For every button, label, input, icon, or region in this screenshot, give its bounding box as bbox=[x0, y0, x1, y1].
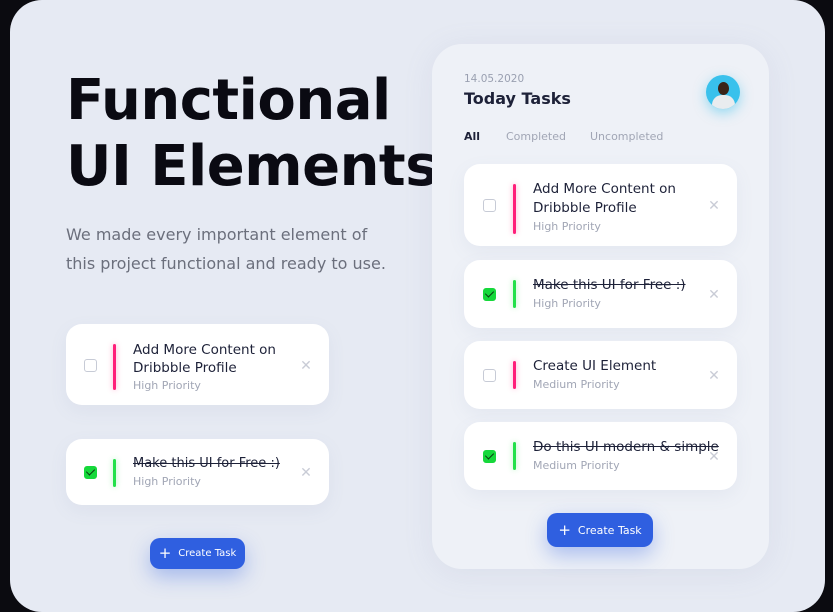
task-title: Create UI Element bbox=[533, 358, 657, 374]
tab-uncompleted[interactable]: Uncompleted bbox=[590, 130, 663, 143]
priority-bar bbox=[113, 459, 116, 487]
create-task-button[interactable]: + Create Task bbox=[150, 538, 245, 569]
task-checkbox[interactable] bbox=[483, 199, 496, 212]
hero-title-line2: UI Elements bbox=[66, 134, 439, 199]
tab-completed[interactable]: Completed bbox=[506, 130, 566, 143]
task-priority: High Priority bbox=[133, 475, 201, 488]
task-card-1[interactable]: Add More Content on Dribbble Profile Hig… bbox=[464, 164, 737, 246]
task-title: Do this UI modern & simple bbox=[533, 439, 719, 455]
close-icon[interactable]: ✕ bbox=[707, 449, 721, 463]
avatar[interactable] bbox=[706, 75, 740, 109]
create-task-label: Create Task bbox=[577, 523, 642, 537]
avatar-body bbox=[712, 95, 735, 109]
plus-icon: + bbox=[558, 520, 571, 539]
canvas: Functional UI Elements We made every imp… bbox=[10, 0, 825, 612]
panel-date: 14.05.2020 bbox=[464, 73, 525, 85]
tab-all[interactable]: All bbox=[464, 130, 480, 143]
task-title: Make this UI for Free :) bbox=[533, 277, 686, 293]
panel-create-task-button[interactable]: + Create Task bbox=[547, 513, 653, 547]
task-card-4[interactable]: Do this UI modern & simple Medium Priori… bbox=[464, 422, 737, 490]
hero-title: Functional UI Elements bbox=[66, 68, 446, 200]
task-card-2[interactable]: Make this UI for Free :) High Priority ✕ bbox=[464, 260, 737, 328]
close-icon[interactable]: ✕ bbox=[707, 287, 721, 301]
task-priority: High Priority bbox=[533, 220, 601, 233]
demo-task-card-1[interactable]: Add More Content on Dribbble Profile Hig… bbox=[66, 324, 329, 405]
task-title-line2: Dribbble Profile bbox=[533, 200, 637, 216]
task-priority: High Priority bbox=[133, 379, 201, 392]
close-icon[interactable]: ✕ bbox=[299, 358, 313, 372]
task-checkbox[interactable] bbox=[84, 359, 97, 372]
hero-subtitle: We made every important element of this … bbox=[66, 225, 386, 273]
today-tasks-panel: 14.05.2020 Today Tasks All Completed Unc… bbox=[432, 44, 769, 569]
priority-bar bbox=[513, 280, 516, 308]
task-checkbox[interactable] bbox=[483, 369, 496, 382]
task-checkbox-checked[interactable] bbox=[84, 466, 97, 479]
avatar-head bbox=[718, 82, 729, 95]
priority-bar bbox=[513, 184, 516, 234]
demo-task-card-2[interactable]: Make this UI for Free :) High Priority ✕ bbox=[66, 439, 329, 505]
hero-title-line1: Functional bbox=[66, 68, 391, 133]
task-title: Add More Content on Dribbble Profile bbox=[133, 342, 276, 376]
plus-icon: + bbox=[158, 544, 172, 562]
priority-bar bbox=[113, 344, 116, 390]
close-icon[interactable]: ✕ bbox=[707, 198, 721, 212]
task-title-line1: Add More Content on bbox=[533, 181, 676, 197]
panel-title: Today Tasks bbox=[464, 89, 571, 108]
task-card-3[interactable]: Create UI Element Medium Priority ✕ bbox=[464, 341, 737, 409]
close-icon[interactable]: ✕ bbox=[707, 368, 721, 382]
task-priority: Medium Priority bbox=[533, 459, 620, 472]
task-checkbox-checked[interactable] bbox=[483, 288, 496, 301]
task-checkbox-checked[interactable] bbox=[483, 450, 496, 463]
close-icon[interactable]: ✕ bbox=[299, 465, 313, 479]
create-task-label: Create Task bbox=[178, 548, 237, 559]
priority-bar bbox=[513, 442, 516, 470]
task-title: Make this UI for Free :) bbox=[133, 456, 280, 471]
task-priority: High Priority bbox=[533, 297, 601, 310]
task-priority: Medium Priority bbox=[533, 378, 620, 391]
priority-bar bbox=[513, 361, 516, 389]
